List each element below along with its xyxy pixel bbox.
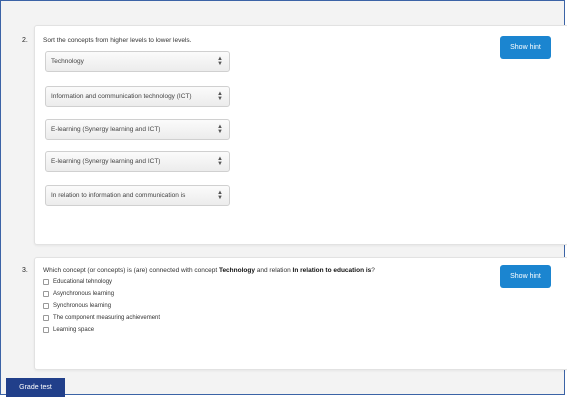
order-select-5[interactable]: In relation to information and communica… [45,185,230,206]
option-label: Educational tehnology [53,279,113,285]
q3-prompt-part: Which concept (or concepts) is (are) con… [43,267,219,274]
option-label: The component measuring achievement [53,315,161,321]
order-select-1[interactable]: Technology ▲ ▼ [45,51,230,72]
checkbox[interactable] [43,315,49,321]
grade-test-button[interactable]: Grade test [6,378,65,397]
show-hint-button-q2[interactable]: Show hint [500,36,551,59]
order-select-2-value: Information and communication technology… [51,93,192,100]
option-measuring-achievement[interactable]: The component measuring achievement [43,315,160,321]
option-learning-space[interactable]: Learning space [43,327,94,333]
select-arrows-icon: ▲ ▼ [217,124,223,135]
select-arrows-icon: ▲ ▼ [217,156,223,167]
select-arrows-icon: ▲ ▼ [217,56,223,67]
order-select-4-value: E-learning (Synergy learning and ICT) [51,158,161,165]
q3-prompt-relation: In relation to education is [292,267,372,274]
option-label: Asynchronous learning [53,291,115,297]
option-educational-technology[interactable]: Educational tehnology [43,279,112,285]
order-select-3[interactable]: E-learning (Synergy learning and ICT) ▲ ▼ [45,119,230,140]
show-hint-button-q3[interactable]: Show hint [500,265,551,288]
question-3-number: 3. [22,267,28,274]
option-synchronous-learning[interactable]: Synchronous learning [43,303,111,309]
select-arrows-icon: ▲ ▼ [217,190,223,201]
question-3-prompt: Which concept (or concepts) is (are) con… [43,267,375,274]
q3-prompt-part: and relation [254,267,293,274]
order-select-4[interactable]: E-learning (Synergy learning and ICT) ▲ ▼ [45,151,230,172]
q3-prompt-part: ? [371,267,375,274]
checkbox[interactable] [43,291,49,297]
order-select-5-value: In relation to information and communica… [51,192,186,199]
checkbox[interactable] [43,303,49,309]
order-select-2[interactable]: Information and communication technology… [45,86,230,107]
checkbox[interactable] [43,327,49,333]
select-arrows-icon: ▲ ▼ [217,91,223,102]
order-select-1-value: Technology [51,58,84,65]
checkbox[interactable] [43,279,49,285]
quiz-frame: 2. Sort the concepts from higher levels … [0,0,567,395]
option-asynchronous-learning[interactable]: Asynchronous learning [43,291,114,297]
question-2-prompt: Sort the concepts from higher levels to … [43,37,192,44]
order-select-3-value: E-learning (Synergy learning and ICT) [51,126,161,133]
question-2-number: 2. [22,37,28,44]
option-label: Synchronous learning [53,303,112,309]
option-label: Learning space [53,327,95,333]
q3-prompt-concept: Technology [218,267,255,274]
